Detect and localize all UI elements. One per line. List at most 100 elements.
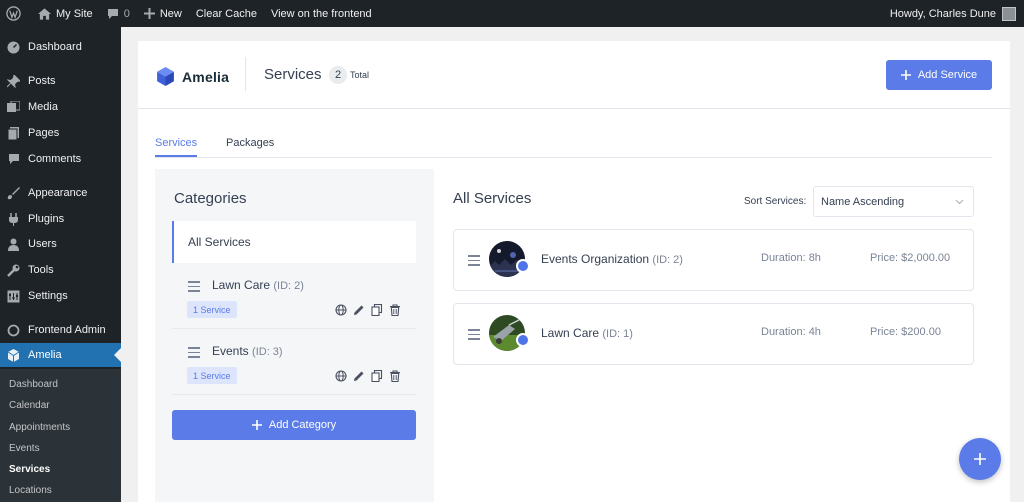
edit-icon[interactable] (352, 303, 365, 316)
sort-select[interactable]: Name Ascending (813, 186, 974, 217)
category-id: (ID: 2) (273, 280, 304, 292)
service-price: Price: $2,000.00 (870, 252, 951, 264)
duplicate-icon[interactable] (370, 369, 383, 382)
amelia-logo: Amelia (155, 66, 229, 87)
clear-cache-link[interactable]: Clear Cache (189, 0, 264, 27)
new-label: New (159, 7, 182, 20)
category-id: (ID: 3) (252, 346, 283, 358)
header-divider (245, 57, 246, 91)
sidebar-item-label: Pages (28, 127, 60, 139)
comments-menu[interactable]: 0 (100, 0, 137, 27)
submenu-locations[interactable]: Locations (9, 485, 52, 496)
add-category-button[interactable]: Add Category (172, 410, 416, 440)
all-services-title: All Services (453, 190, 532, 207)
sidebar-item-amelia[interactable]: Amelia (0, 343, 121, 367)
wordpress-logo-menu[interactable] (0, 0, 28, 27)
plus-icon (143, 8, 155, 19)
plug-icon (7, 212, 20, 226)
edit-icon[interactable] (352, 369, 365, 382)
drag-handle-icon[interactable] (188, 347, 200, 358)
sidebar-item-pages[interactable]: Pages (0, 121, 121, 145)
category-name: Events (ID: 3) (212, 344, 283, 358)
sidebar-item-dashboard[interactable]: Dashboard (0, 35, 121, 59)
main-content: Amelia Services 2 Total Add Service Serv… (138, 41, 1010, 502)
sidebar-item-posts[interactable]: Posts (0, 69, 121, 93)
submenu-services[interactable]: Services (9, 464, 50, 475)
category-all-services[interactable]: All Services (172, 221, 416, 263)
sidebar-item-comments[interactable]: Comments (0, 147, 121, 171)
submenu-appointments[interactable]: Appointments (9, 422, 70, 433)
brush-icon (7, 186, 20, 200)
media-icon (7, 100, 20, 114)
category-actions (334, 369, 401, 382)
trash-icon[interactable] (388, 303, 401, 316)
tab-packages[interactable]: Packages (226, 137, 274, 155)
sidebar-item-label: Dashboard (28, 41, 82, 53)
sidebar-item-label: Settings (28, 290, 68, 302)
view-frontend-label: View on the frontend (270, 7, 372, 20)
wordpress-icon (6, 6, 21, 21)
sidebar-item-label: Amelia (28, 349, 62, 361)
new-content-menu[interactable]: New (137, 0, 189, 27)
submenu-calendar[interactable]: Calendar (9, 400, 50, 411)
service-price: Price: $200.00 (870, 326, 941, 338)
drag-handle-icon[interactable] (468, 329, 480, 340)
floating-add-button[interactable] (959, 438, 1001, 480)
account-menu[interactable]: Howdy, Charles Dune (890, 0, 1016, 27)
service-name: Lawn Care (ID: 1) (541, 326, 633, 340)
trash-icon[interactable] (388, 369, 401, 382)
submenu-events[interactable]: Events (9, 443, 40, 454)
sidebar-item-media[interactable]: Media (0, 95, 121, 119)
sidebar-item-label: Comments (28, 153, 82, 165)
duplicate-icon[interactable] (370, 303, 383, 316)
amelia-logo-icon (157, 67, 174, 86)
sidebar-item-label: Tools (28, 264, 54, 276)
service-name-text: Events Organization (541, 252, 650, 266)
service-card-events-organization[interactable]: Events Organization (ID: 2) Duration: 8h… (453, 229, 974, 291)
globe-icon[interactable] (334, 303, 347, 316)
sidebar-item-tools[interactable]: Tools (0, 258, 121, 282)
service-color-dot (516, 259, 530, 273)
plus-icon (974, 453, 986, 465)
user-icon (7, 238, 20, 251)
home-icon (38, 7, 51, 20)
sidebar-item-appearance[interactable]: Appearance (0, 181, 121, 205)
service-count-badge: 1 Service (187, 367, 237, 384)
globe-icon[interactable] (334, 369, 347, 382)
tab-services[interactable]: Services (155, 137, 198, 157)
services-count-badge: 2 (329, 66, 347, 84)
sidebar-item-label: Plugins (28, 213, 65, 225)
drag-handle-icon[interactable] (468, 255, 480, 266)
service-color-dot (516, 333, 530, 347)
add-category-label: Add Category (268, 419, 337, 431)
amelia-submenu: Dashboard Calendar Appointments Events S… (0, 369, 121, 502)
service-card-lawn-care[interactable]: Lawn Care (ID: 1) Duration: 4h Price: $2… (453, 303, 974, 365)
service-duration: Duration: 4h (761, 326, 821, 338)
plus-icon (251, 420, 262, 430)
view-frontend-link[interactable]: View on the frontend (264, 0, 379, 27)
sidebar-item-label: Posts (28, 75, 56, 87)
howdy-label: Howdy, Charles Dune (889, 7, 996, 20)
dashboard-icon (7, 41, 20, 54)
category-item-events[interactable]: Events (ID: 3) 1 Service (172, 331, 416, 395)
sidebar-item-plugins[interactable]: Plugins (0, 207, 121, 231)
clear-cache-label: Clear Cache (195, 7, 257, 20)
submenu-dashboard[interactable]: Dashboard (9, 379, 58, 390)
site-name: My Site (56, 7, 93, 20)
add-service-button[interactable]: Add Service (886, 60, 992, 90)
sidebar-item-users[interactable]: Users (0, 232, 121, 256)
service-duration: Duration: 8h (761, 252, 821, 264)
sidebar-item-settings[interactable]: Settings (0, 284, 121, 308)
sidebar-item-frontend-admin[interactable]: Frontend Admin (0, 318, 121, 342)
comment-icon (107, 8, 118, 19)
chevron-down-icon (955, 199, 964, 205)
service-id: (ID: 1) (602, 328, 633, 340)
pin-icon (7, 74, 20, 88)
service-name: Events Organization (ID: 2) (541, 252, 683, 266)
sidebar-item-label: Frontend Admin (28, 324, 106, 336)
category-item-lawn-care[interactable]: Lawn Care (ID: 2) 1 Service (172, 265, 416, 329)
categories-title: Categories (174, 190, 247, 207)
site-name-menu[interactable]: My Site (28, 0, 100, 27)
drag-handle-icon[interactable] (188, 281, 200, 292)
sidebar-item-label: Users (28, 238, 57, 250)
